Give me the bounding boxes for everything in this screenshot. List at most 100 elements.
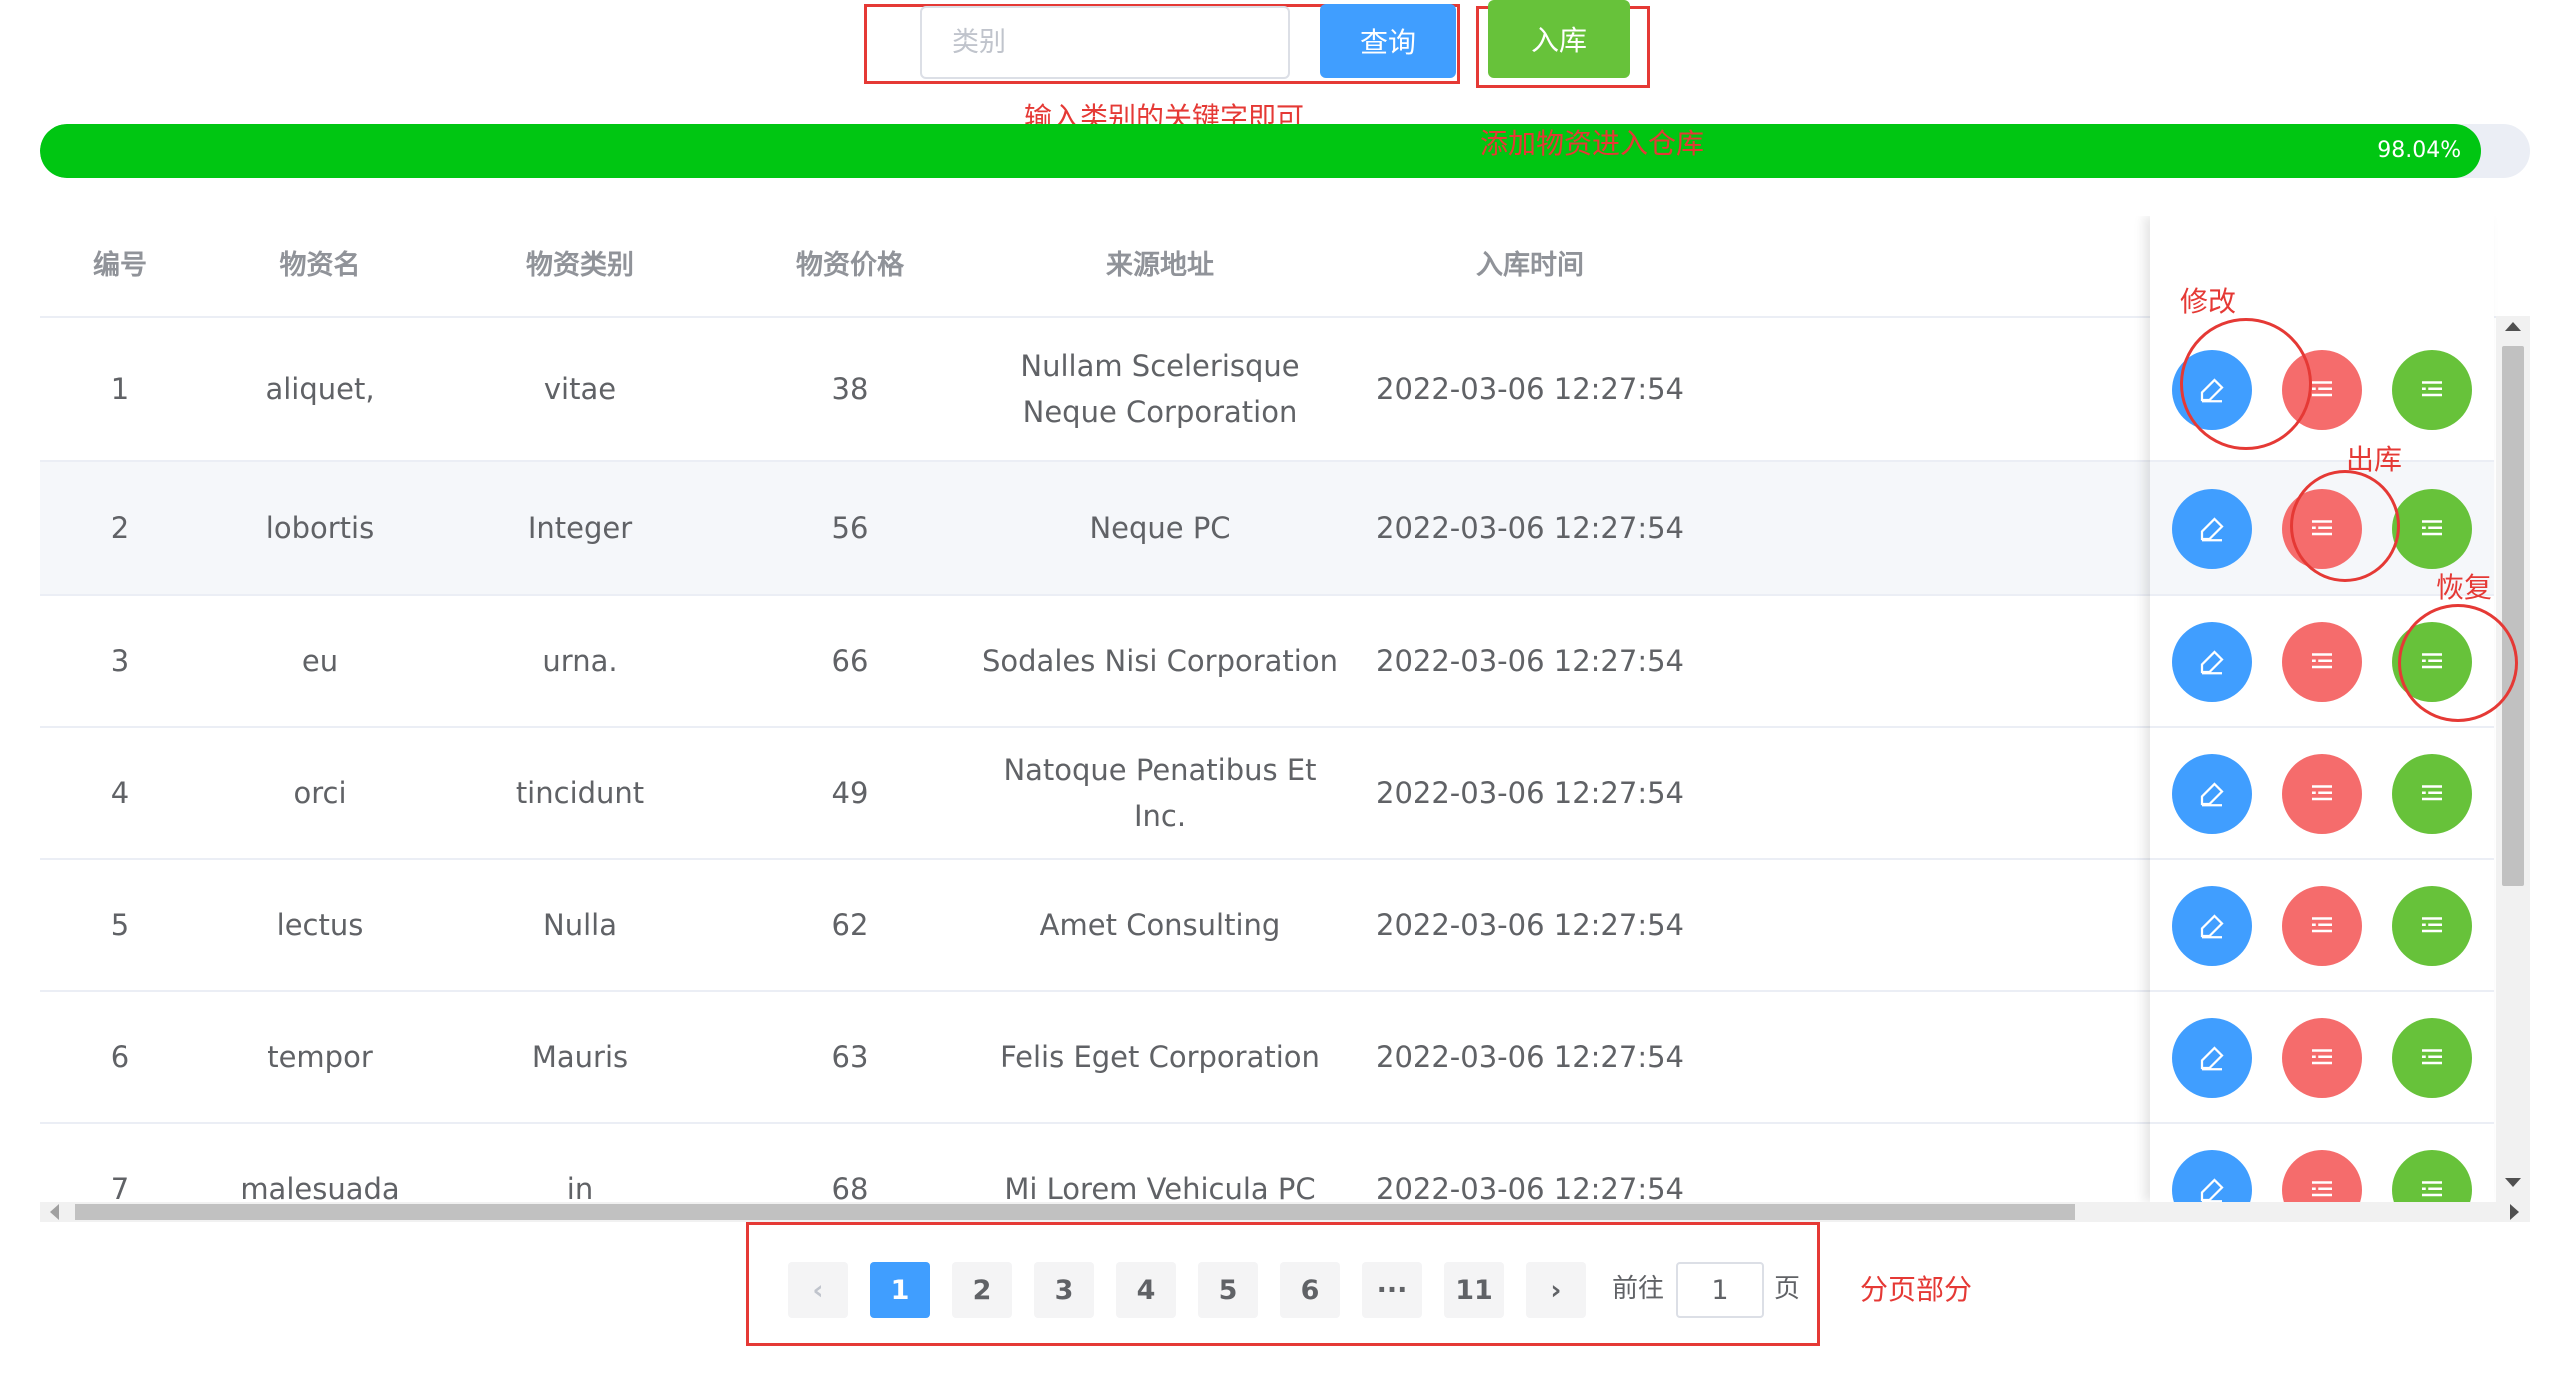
cell-id: 1 [110,372,130,406]
actions-cell [2150,992,2494,1124]
scroll-down-arrow-icon[interactable] [2505,1178,2521,1187]
list-icon [2307,779,2337,809]
cell-time: 2022-03-06 12:27:54 [1376,908,1684,942]
cell-category: Nulla [543,908,617,942]
edit-button[interactable] [2172,489,2252,569]
cell-time: 2022-03-06 12:27:54 [1376,644,1684,678]
page-button[interactable]: 5 [1198,1262,1258,1318]
edit-annotation: 修改 [2180,285,2237,318]
cell-source: Nullam Scelerisque Neque Corporation [1020,349,1300,429]
outbound-button[interactable] [2282,754,2362,834]
horizontal-scrollbar[interactable] [40,1202,2530,1222]
stock-hint-annotation: 添加物资进入仓库 [1480,127,1705,160]
actions-cell [2150,860,2494,992]
cell-id: 4 [110,776,130,810]
cell-name: tempor [267,1040,373,1074]
cell-name: eu [301,644,339,678]
page-button[interactable]: 3 [1034,1262,1094,1318]
scroll-left-arrow-icon[interactable] [50,1204,59,1220]
cell-id: 5 [110,908,130,942]
more-pages-button[interactable]: ··· [1362,1262,1422,1318]
column-header: 编号 [93,250,147,281]
list-icon [2307,911,2337,941]
cell-source: Amet Consulting [1039,908,1281,942]
list-icon [2417,375,2447,405]
column-header: 物资价格 [796,250,904,281]
cell-category: Integer [527,511,633,545]
restore-button[interactable] [2392,886,2472,966]
category-search-input[interactable] [920,6,1290,79]
edit-icon [2197,514,2227,544]
cell-source: Neque PC [1089,511,1231,545]
page-button[interactable]: 2 [952,1262,1012,1318]
outbound-annotation-ring [2290,470,2400,582]
restore-annotation: 恢复 [2436,571,2493,604]
column-header: 物资名 [279,250,361,281]
restore-button[interactable] [2392,350,2472,430]
list-icon [2417,911,2447,941]
goto-page-input[interactable] [1676,1262,1764,1318]
vertical-scrollbar[interactable] [2496,316,2530,1202]
restore-button[interactable] [2392,754,2472,834]
edit-icon [2197,779,2227,809]
edit-button[interactable] [2172,1018,2252,1098]
column-header: 物资类别 [526,250,634,281]
cell-time: 2022-03-06 12:27:54 [1376,372,1684,406]
cell-id: 2 [110,511,130,545]
cell-category: tincidunt [515,776,645,810]
vertical-scroll-thumb[interactable] [2502,346,2524,886]
cell-price: 38 [831,372,869,406]
cell-category: vitae [543,372,617,406]
table-row: 2 lobortis Integer 56 Neque PC 2022-03-06 12:… [40,462,2160,596]
query-button[interactable]: 查询 [1320,4,1456,78]
restore-button[interactable] [2392,489,2472,569]
cell-name: aliquet, [265,372,375,406]
goto-suffix: 页 [1774,1274,1801,1304]
pagination-annotation: 分页部分 [1860,1273,1973,1306]
next-page-button[interactable]: › [1526,1262,1586,1318]
cell-category: urna. [542,644,618,678]
edit-icon [2197,911,2227,941]
outbound-button[interactable] [2282,1018,2362,1098]
table-row: 5 lectus Nulla 62 Amet Consulting 2022-03-06 … [40,860,2160,992]
edit-button[interactable] [2172,886,2252,966]
edit-button[interactable] [2172,622,2252,702]
page-button[interactable]: 4 [1116,1262,1176,1318]
edit-button[interactable] [2172,754,2252,834]
page-button[interactable]: 1 [870,1262,930,1318]
column-header: 来源地址 [1106,250,1214,281]
cell-time: 2022-03-06 12:27:54 [1376,1040,1684,1074]
scroll-up-arrow-icon[interactable] [2505,322,2521,331]
scroll-right-arrow-icon[interactable] [2510,1204,2519,1220]
edit-annotation-ring [2180,318,2312,450]
page-button[interactable]: 11 [1444,1262,1504,1318]
cell-price: 62 [831,908,869,942]
goto-label: 前往 [1612,1274,1665,1304]
cell-price: 63 [831,1040,869,1074]
cell-source: Felis Eget Corporation [1000,1040,1320,1074]
outbound-annotation: 出库 [2346,443,2403,476]
list-icon [2417,514,2447,544]
horizontal-scroll-thumb[interactable] [75,1204,2075,1220]
cell-price: 56 [831,511,869,545]
progress-fill: 98.04% [40,124,2482,178]
cell-price: 66 [831,644,869,678]
list-icon [2417,1175,2447,1205]
list-icon [2307,1175,2337,1205]
table-row: 3 eu urna. 66 Sodales Nisi Corporation 2022-0… [40,596,2160,728]
edit-icon [2197,647,2227,677]
cell-source: Sodales Nisi Corporation [981,644,1338,678]
cell-name: lectus [276,908,364,942]
outbound-button[interactable] [2282,622,2362,702]
list-icon [2417,779,2447,809]
cell-category: Mauris [531,1040,629,1074]
outbound-button[interactable] [2282,886,2362,966]
progress-percent: 98.04% [2377,138,2462,163]
prev-page-button[interactable]: ‹ [788,1262,848,1318]
list-icon [2307,1043,2337,1073]
stock-in-button[interactable]: 入库 [1488,0,1630,78]
page-button[interactable]: 6 [1280,1262,1340,1318]
edit-icon [2197,1175,2227,1205]
cell-id: 6 [110,1040,130,1074]
restore-button[interactable] [2392,1018,2472,1098]
